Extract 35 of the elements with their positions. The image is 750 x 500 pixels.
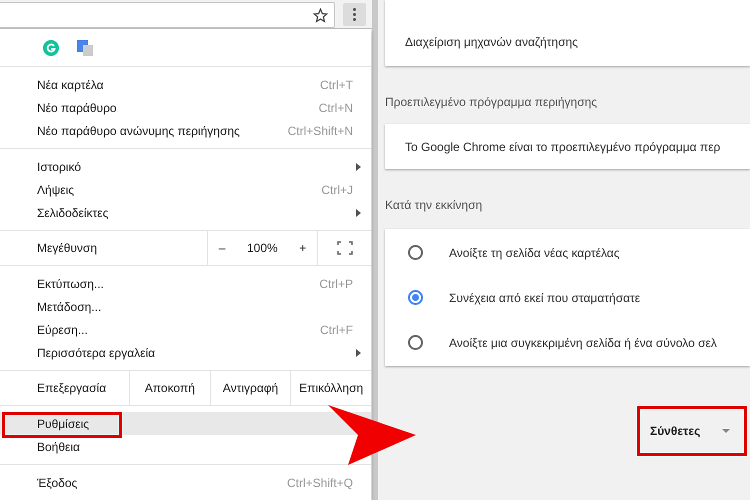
submenu-arrow-icon <box>356 208 361 216</box>
menu-item[interactable]: Εύρεση... Ctrl+F <box>0 318 371 341</box>
fullscreen-icon[interactable] <box>336 241 352 255</box>
section-heading: Κατά την εκκίνηση <box>385 197 484 214</box>
menu-item[interactable]: Έξοδος Ctrl+Shift+Q <box>0 471 371 494</box>
radio-button[interactable] <box>408 290 423 305</box>
menu-item[interactable]: Νέα καρτέλα Ctrl+T <box>0 73 371 96</box>
zoom-level: 100% <box>246 240 278 257</box>
menu-item[interactable]: Νέο παράθυρο ανώνυμης περιήγησης Ctrl+Shift+N <box>0 119 371 142</box>
startup-radio-option[interactable]: Ανοίξτε μια συγκεκριμένη σελίδα ή ένα σύνολο σελ <box>385 320 750 365</box>
caret-icon <box>722 429 730 433</box>
default-browser-text: Το Google Chrome είναι το προεπιλεγμένο πρόγραμμα περ <box>405 138 720 156</box>
menu-button[interactable] <box>343 2 366 26</box>
menu-item[interactable]: Ιστορικό <box>0 155 371 178</box>
zoom-out-button[interactable]: – <box>218 239 226 257</box>
menu-item[interactable]: Σελιδοδείκτες <box>0 201 371 224</box>
section-heading: Προεπιλεγμένο πρόγραμμα περιήγησης <box>385 94 598 111</box>
menu-item[interactable]: Περισσότερα εργαλεία <box>0 341 371 364</box>
menu-item[interactable]: Λήψεις Ctrl+J <box>0 178 371 201</box>
advanced-button[interactable]: Σύνθετες <box>637 406 747 456</box>
startup-radio-option[interactable]: Συνέχεια από εκεί που σταματήσατε <box>385 275 750 320</box>
menu-item[interactable]: Βοήθεια <box>0 435 92 458</box>
radio-button[interactable] <box>408 245 423 260</box>
edit-label: Επεξεργασία <box>36 380 108 397</box>
zoom-label: Μεγέθυνση <box>36 240 98 257</box>
submenu-arrow-icon <box>356 348 361 356</box>
startup-radio-option[interactable]: Ανοίξτε τη σελίδα νέας καρτέλας <box>385 230 750 275</box>
star-icon[interactable] <box>313 8 328 22</box>
menu-item[interactable]: Εκτύπωση... Ctrl+P <box>0 272 371 295</box>
settings-item[interactable]: Διαχείριση μηχανών αναζήτησης <box>405 33 578 51</box>
menu-item[interactable]: Νέο παράθυρο Ctrl+N <box>0 96 371 119</box>
radio-button[interactable] <box>408 335 423 350</box>
submenu-arrow-icon <box>356 162 361 170</box>
menu-item[interactable]: Μετάδοση... <box>0 295 114 318</box>
zoom-in-button[interactable]: + <box>299 239 306 257</box>
